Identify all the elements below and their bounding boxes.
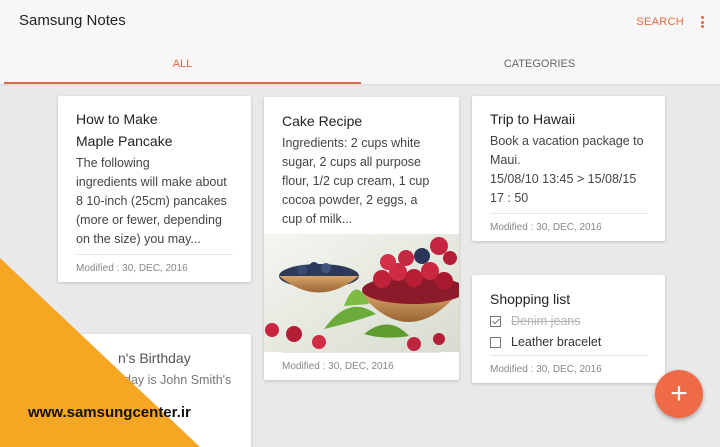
- checkbox-unchecked[interactable]: [490, 336, 501, 348]
- add-note-button[interactable]: +: [655, 370, 703, 418]
- note-title: Cake Recipe: [282, 113, 363, 129]
- checklist-item: Leather bracelet: [490, 332, 647, 352]
- note-modified-date: Modified : 30, DEC, 2016: [490, 213, 647, 241]
- tab-all[interactable]: ALL: [4, 44, 361, 84]
- note-title: Trip to Hawaii: [490, 111, 576, 127]
- note-preview: The following ingredients will make abou…: [76, 156, 227, 246]
- watermark-text: www.samsungcenter.ir: [28, 404, 191, 421]
- top-app-bar: Samsung Notes SEARCH ALL CATEGORIES: [0, 0, 720, 84]
- plus-icon: +: [670, 377, 688, 410]
- note-card-pancake[interactable]: How to Make Maple Pancake The following …: [58, 96, 251, 282]
- app-title: Samsung Notes: [19, 12, 126, 29]
- search-button[interactable]: SEARCH: [636, 16, 684, 28]
- note-preview: Ingredients: 2 cups white sugar, 2 cups …: [282, 136, 430, 226]
- tab-categories[interactable]: CATEGORIES: [361, 44, 718, 84]
- note-preview: Book a vacation package to Maui. 15/08/1…: [490, 134, 644, 205]
- note-modified-date: Modified : 30, DEC, 2016: [282, 352, 441, 380]
- note-title: Shopping list: [490, 291, 571, 307]
- checkbox-checked[interactable]: [490, 315, 501, 327]
- raspberries-bowl-photo: [264, 234, 459, 352]
- note-card-hawaii[interactable]: Trip to Hawaii Book a vacation package t…: [472, 96, 665, 241]
- note-modified-date: Modified : 30, DEC, 2016: [490, 355, 647, 383]
- checklist-item: Denim jeans: [490, 311, 647, 331]
- note-card-shopping[interactable]: Shopping list Denim jeans Leather bracel…: [472, 275, 665, 383]
- note-card-cake[interactable]: Cake Recipe Ingredients: 2 cups white su…: [264, 97, 459, 380]
- note-title: How to Make Maple Pancake: [76, 111, 173, 149]
- more-options-icon[interactable]: [698, 14, 706, 30]
